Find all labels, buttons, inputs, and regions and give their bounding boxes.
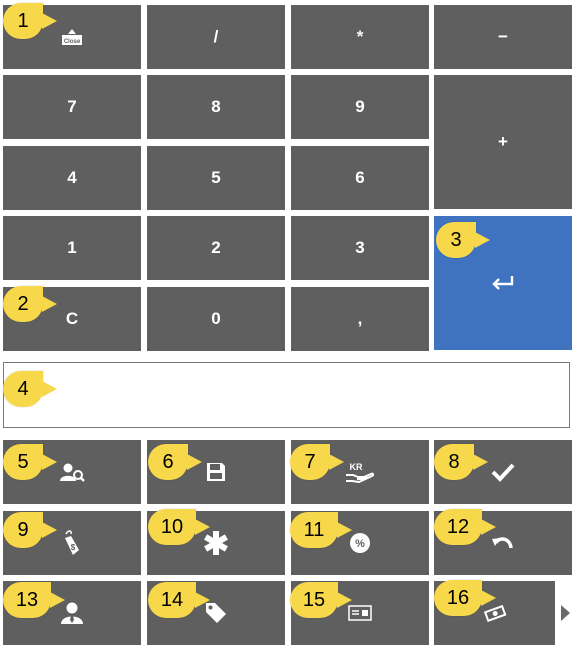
percent-text: % [355, 538, 365, 550]
kr-hand-payment-icon: KR [345, 461, 375, 483]
digit-0-key[interactable]: 0 [147, 287, 285, 351]
plus-key[interactable]: + [434, 75, 572, 209]
callout-10: 10 [148, 509, 210, 545]
callout-11: 11 [290, 512, 352, 548]
comma-key[interactable]: , [291, 287, 429, 351]
digit-1-key[interactable]: 1 [3, 216, 141, 280]
callout-2: 2 [3, 286, 57, 322]
close-sign-icon: Close [61, 28, 83, 46]
scroll-right-arrow[interactable] [561, 605, 570, 621]
callout-12: 12 [434, 509, 496, 545]
callout-9: 9 [3, 512, 57, 548]
callout-7: 7 [290, 444, 344, 480]
checkmark-icon [491, 462, 515, 482]
callout-13: 13 [3, 582, 65, 618]
customer-search-icon [59, 462, 85, 482]
callout-15: 15 [290, 582, 352, 618]
digit-7-key[interactable]: 7 [3, 75, 141, 139]
callout-3: 3 [436, 222, 490, 258]
kr-text: KR [350, 462, 363, 472]
save-icon [206, 462, 226, 482]
callout-6: 6 [148, 444, 202, 480]
undo-icon [491, 534, 515, 552]
callout-5: 5 [3, 444, 57, 480]
discount-percent-icon: % [349, 532, 371, 554]
amount-display-field[interactable] [3, 362, 570, 428]
digit-2-key[interactable]: 2 [147, 216, 285, 280]
callout-16: 16 [434, 580, 496, 616]
digit-5-key[interactable]: 5 [147, 146, 285, 210]
callout-1: 1 [3, 3, 57, 39]
digit-3-key[interactable]: 3 [291, 216, 429, 280]
price-tag-icon: $ [62, 530, 82, 556]
divide-key[interactable]: / [147, 5, 285, 69]
callout-8: 8 [434, 444, 488, 480]
dollar-text: $ [71, 543, 76, 552]
callout-14: 14 [148, 582, 210, 618]
digit-6-key[interactable]: 6 [291, 146, 429, 210]
multiply-key[interactable]: * [291, 5, 429, 69]
digit-8-key[interactable]: 8 [147, 75, 285, 139]
close-sign-label: Close [64, 39, 81, 45]
enter-arrow-icon [490, 274, 516, 292]
cash-icon [483, 604, 507, 622]
callout-4: 4 [3, 371, 57, 407]
minus-key[interactable]: − [434, 5, 572, 69]
digit-4-key[interactable]: 4 [3, 146, 141, 210]
digit-9-key[interactable]: 9 [291, 75, 429, 139]
